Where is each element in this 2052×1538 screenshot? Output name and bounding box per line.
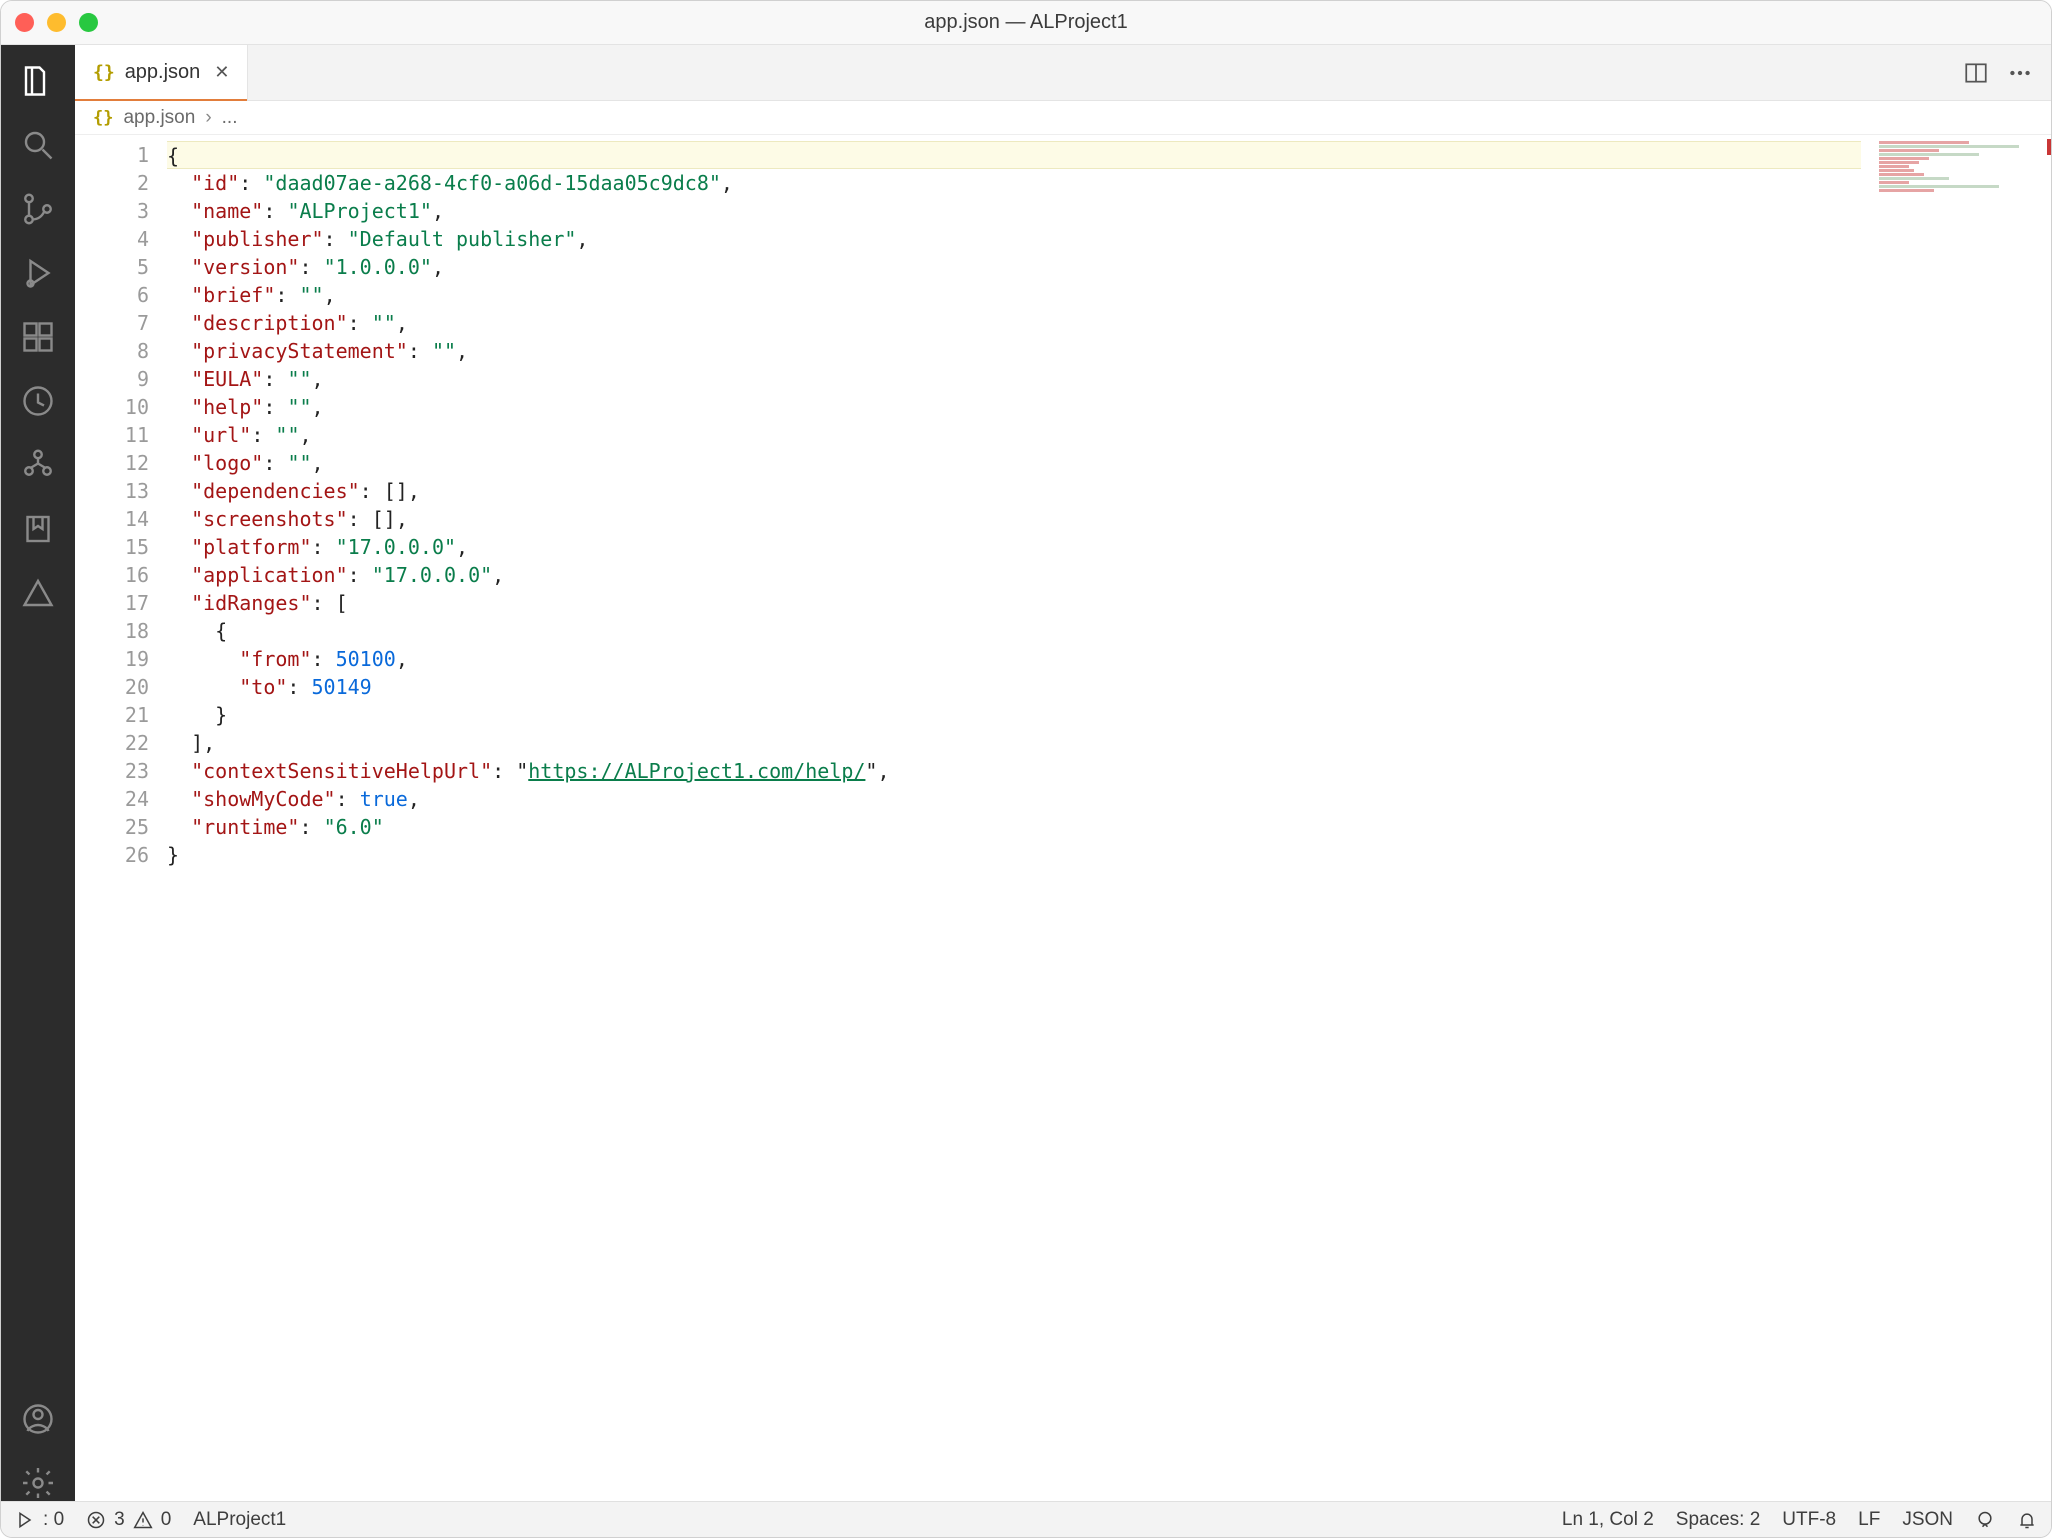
code-content[interactable]: { "id": "daad07ae-a268-4cf0-a06d-15daa05… xyxy=(167,135,2051,1501)
explorer-icon[interactable] xyxy=(20,63,56,99)
triangle-icon[interactable] xyxy=(20,575,56,611)
chevron-right-icon: › xyxy=(205,107,211,129)
code-line[interactable]: "application": "17.0.0.0", xyxy=(167,561,2051,589)
code-line[interactable]: "platform": "17.0.0.0", xyxy=(167,533,2051,561)
breadcrumb-filename: app.json xyxy=(123,107,195,129)
search-icon[interactable] xyxy=(20,127,56,163)
tab-close-icon[interactable]: ✕ xyxy=(210,60,233,85)
tree-icon[interactable] xyxy=(20,447,56,483)
code-line[interactable]: "description": "", xyxy=(167,309,2051,337)
code-line[interactable]: "showMyCode": true, xyxy=(167,785,2051,813)
code-line[interactable]: "runtime": "6.0" xyxy=(167,813,2051,841)
line-number-gutter: 1234567891011121314151617181920212223242… xyxy=(75,135,167,1501)
status-problems[interactable]: 3 0 xyxy=(86,1509,171,1531)
code-line[interactable]: "idRanges": [ xyxy=(167,589,2051,617)
tab-bar: {} app.json ✕ xyxy=(75,45,2051,101)
status-notifications-icon[interactable] xyxy=(2017,1510,2037,1530)
status-cursor-position[interactable]: Ln 1, Col 2 xyxy=(1562,1509,1654,1531)
status-debug[interactable]: : 0 xyxy=(15,1509,64,1531)
code-line[interactable]: "logo": "", xyxy=(167,449,2051,477)
code-line[interactable]: "version": "1.0.0.0", xyxy=(167,253,2051,281)
code-line[interactable]: } xyxy=(167,701,2051,729)
code-line[interactable]: ], xyxy=(167,729,2051,757)
code-line[interactable]: "help": "", xyxy=(167,393,2051,421)
window-title: app.json — ALProject1 xyxy=(1,11,2051,34)
source-control-icon[interactable] xyxy=(20,191,56,227)
code-line[interactable]: "screenshots": [], xyxy=(167,505,2051,533)
status-language-mode[interactable]: JSON xyxy=(1902,1509,1953,1531)
json-file-icon: {} xyxy=(93,62,115,83)
zoom-window-icon[interactable] xyxy=(79,13,98,32)
status-indentation[interactable]: Spaces: 2 xyxy=(1676,1509,1761,1531)
status-warning-count: 0 xyxy=(161,1509,172,1531)
status-error-count: 3 xyxy=(114,1509,125,1531)
status-project[interactable]: ALProject1 xyxy=(193,1509,286,1531)
status-eol[interactable]: LF xyxy=(1858,1509,1880,1531)
minimap[interactable] xyxy=(1875,139,2045,259)
status-feedback-icon[interactable] xyxy=(1975,1510,1995,1530)
split-editor-icon[interactable] xyxy=(1963,60,1989,86)
run-debug-icon[interactable] xyxy=(20,255,56,291)
window-controls xyxy=(15,13,98,32)
code-line[interactable]: "EULA": "", xyxy=(167,365,2051,393)
code-line[interactable]: } xyxy=(167,841,2051,869)
code-line[interactable]: "url": "", xyxy=(167,421,2051,449)
json-file-icon: {} xyxy=(93,108,113,128)
accounts-icon[interactable] xyxy=(20,1401,56,1437)
status-encoding[interactable]: UTF-8 xyxy=(1782,1509,1836,1531)
code-line[interactable]: "name": "ALProject1", xyxy=(167,197,2051,225)
bookmark-icon[interactable] xyxy=(20,511,56,547)
settings-gear-icon[interactable] xyxy=(20,1465,56,1501)
tab-filename: app.json xyxy=(125,61,201,84)
code-line[interactable]: "id": "daad07ae-a268-4cf0-a06d-15daa05c9… xyxy=(167,169,2051,197)
minimize-window-icon[interactable] xyxy=(47,13,66,32)
editor-area: {} app.json ✕ {} app.json › ... xyxy=(75,45,2051,1501)
status-bar: : 0 3 0 ALProject1 Ln 1, Col 2 Spaces: 2… xyxy=(1,1501,2051,1537)
breadcrumb[interactable]: {} app.json › ... xyxy=(75,101,2051,135)
status-debug-label: : 0 xyxy=(43,1509,64,1531)
extensions-icon[interactable] xyxy=(20,319,56,355)
more-actions-icon[interactable] xyxy=(2007,60,2033,86)
close-window-icon[interactable] xyxy=(15,13,34,32)
code-line[interactable]: "privacyStatement": "", xyxy=(167,337,2051,365)
tab-app-json[interactable]: {} app.json ✕ xyxy=(75,45,248,100)
code-editor[interactable]: 1234567891011121314151617181920212223242… xyxy=(75,135,2051,1501)
code-line[interactable]: "dependencies": [], xyxy=(167,477,2051,505)
code-line[interactable]: "to": 50149 xyxy=(167,673,2051,701)
code-line[interactable]: { xyxy=(167,617,2051,645)
activity-bar xyxy=(1,45,75,1501)
code-line[interactable]: "contextSensitiveHelpUrl": "https://ALPr… xyxy=(167,757,2051,785)
breadcrumb-ellipsis: ... xyxy=(222,107,238,129)
code-line[interactable]: "publisher": "Default publisher", xyxy=(167,225,2051,253)
timeline-icon[interactable] xyxy=(20,383,56,419)
app-window: app.json — ALProject1 xyxy=(0,0,2052,1538)
titlebar: app.json — ALProject1 xyxy=(1,1,2051,45)
code-line[interactable]: "from": 50100, xyxy=(167,645,2051,673)
code-line[interactable]: { xyxy=(167,141,1861,169)
code-line[interactable]: "brief": "", xyxy=(167,281,2051,309)
